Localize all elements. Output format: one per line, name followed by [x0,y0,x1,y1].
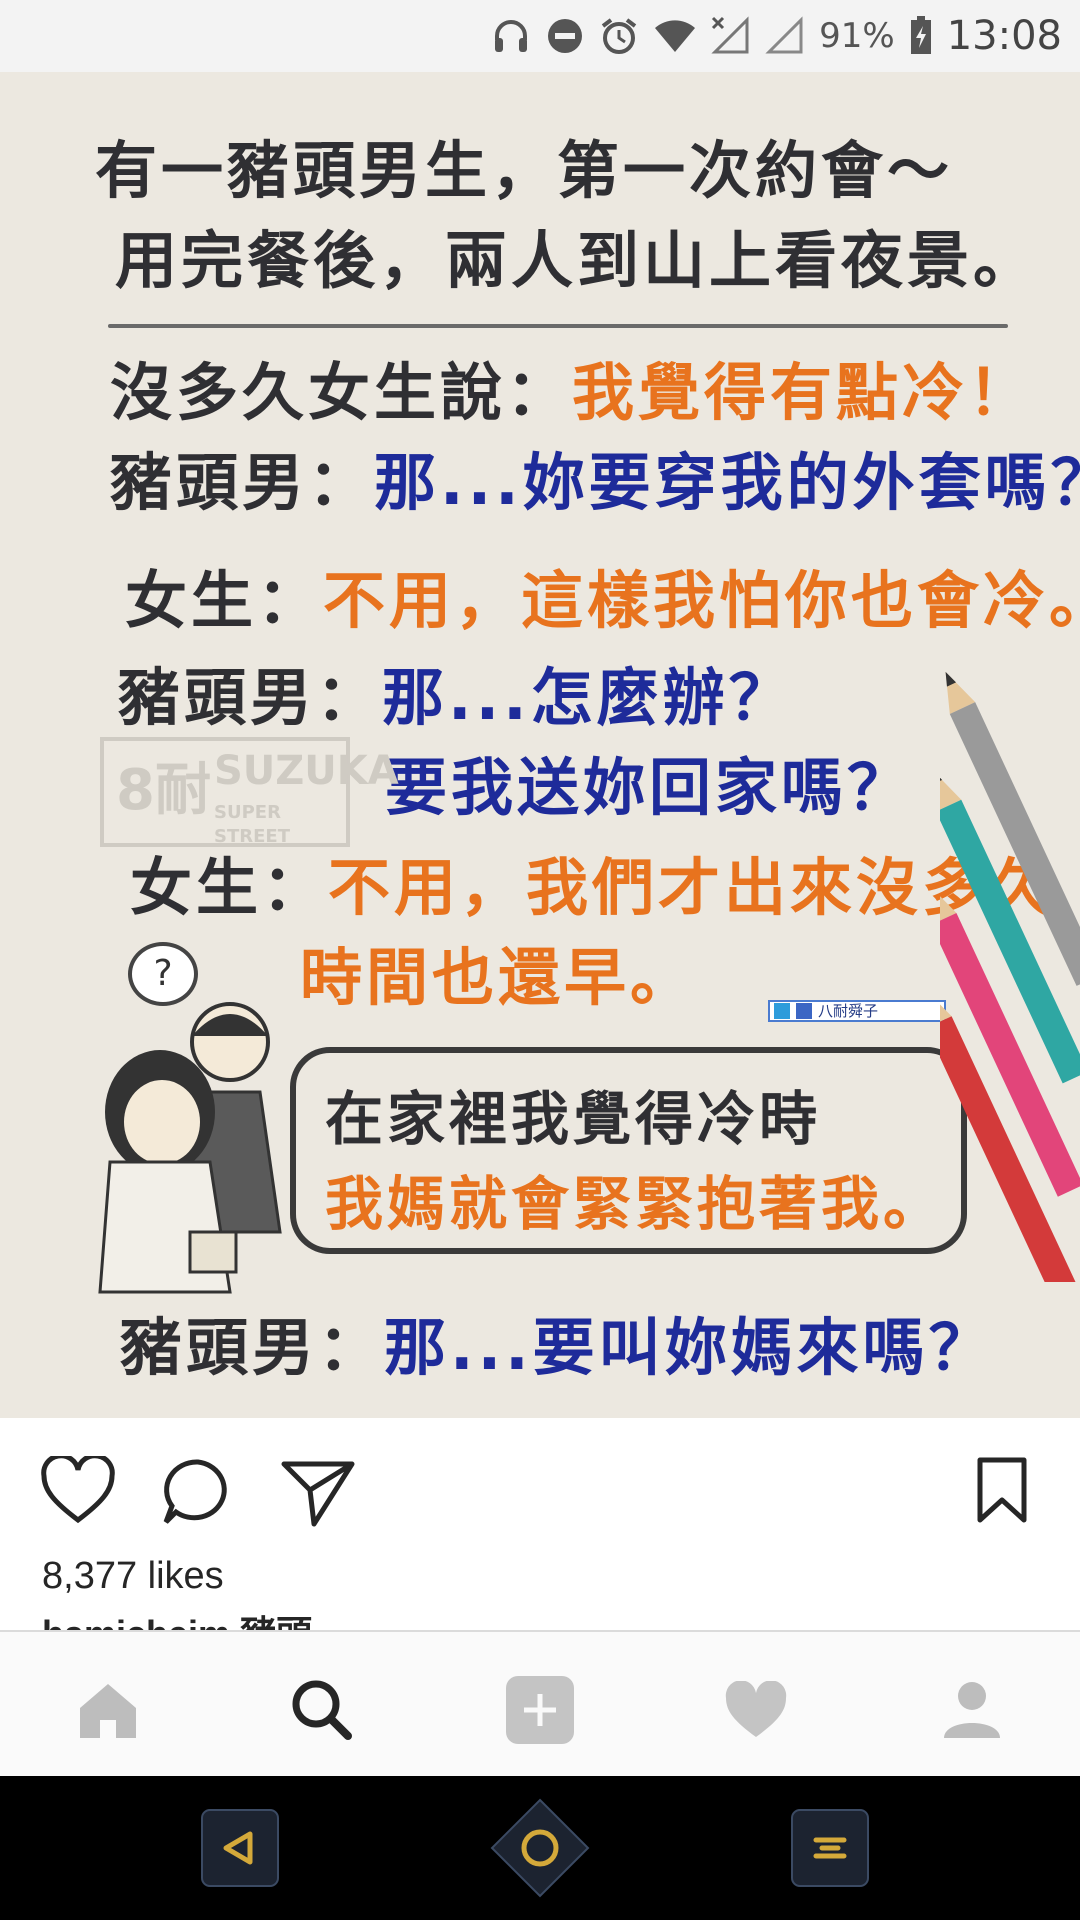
system-navigation-bar [0,1776,1080,1920]
heart-outline-icon[interactable] [40,1453,116,1528]
nav-home[interactable] [68,1670,148,1750]
profile-icon [944,1682,1000,1738]
add-post-icon [506,1676,574,1744]
nav-add-post[interactable] [500,1670,580,1750]
home-circle-icon [490,1798,590,1898]
comic-line-9: 時間也還早。 [300,941,697,1014]
nav-activity[interactable] [716,1670,796,1750]
battery-percent: 91% [819,16,895,56]
comic-line-3: 沒多久女生說：我覺得有點冷！ [110,342,1034,432]
pencils-illustration [940,671,1080,1282]
chat-icon [774,1003,790,1019]
speaker: 豬頭男： [110,446,375,519]
recents-button[interactable] [790,1808,870,1892]
comic-line-5: 女生：不用，這樣我怕你也會冷。 [125,550,1080,640]
speaker: 沒多久女生說： [110,356,573,429]
status-icons: 91% 13:08 [491,0,1080,72]
bookmark-icon[interactable] [976,1456,1028,1528]
dialogue: 我覺得有點冷！ [572,356,1035,429]
likes-count[interactable]: 8,377 likes [42,1555,224,1598]
nav-search[interactable] [282,1670,362,1750]
signal-icon [765,16,805,56]
heart-icon [725,1681,787,1737]
comic-line-11: 我媽就會緊緊抱著我。 [325,1170,946,1238]
search-icon [292,1680,352,1740]
credit-name: 八耐舜子 [818,1002,879,1020]
share-paper-plane-icon[interactable] [280,1456,356,1532]
watermark-logo: 8耐 SUZUKA SUPER STREET [100,737,399,847]
home-button[interactable] [490,1798,590,1902]
comic-line-8: 女生：不用，我們才出來沒多久 [130,837,1054,927]
comic-line-4: 豬頭男：那...妳要穿我的外套嗎？ [110,432,1080,522]
facebook-icon [796,1003,812,1019]
credit-tag: 八耐舜子 [768,1000,946,1022]
dialogue: 不用，這樣我怕你也會冷。 [323,564,1080,637]
bottom-navigation [0,1630,1080,1778]
speaker: 豬頭男： [120,1311,385,1384]
comic-line-1: 有一豬頭男生，第一次約會～ [95,134,954,207]
headphones-icon [491,16,531,56]
comment-icon[interactable] [162,1456,234,1532]
dialogue: 那...怎麼辦？ [382,661,795,734]
comic-line-7: 要我送妳回家嗎？ [385,751,914,824]
comic-line-10: 在家裡我覺得冷時 [325,1085,822,1153]
post-action-bar [0,1418,1080,1558]
alarm-icon [599,16,639,56]
watermark-big: 8耐 [116,758,211,823]
dialogue: 那...要叫妳媽來嗎？ [384,1311,995,1384]
comic-line-2: 用完餐後，兩人到山上看夜景。 [115,224,1040,297]
back-icon [201,1809,279,1887]
speaker: 豬頭男： [118,661,383,734]
caption-preview[interactable]: hamicheim 豬頭 [42,1612,312,1632]
speaker: 女生： [130,851,329,924]
speaker: 女生： [125,564,324,637]
recents-icon [791,1809,869,1887]
nav-profile[interactable] [932,1670,1012,1750]
do-not-disturb-icon [545,16,585,56]
divider [108,324,1008,328]
characters-illustration [98,1002,282,1294]
comic-line-12: 豬頭男：那...要叫妳媽來嗎？ [120,1297,995,1387]
wifi-icon [653,16,697,56]
status-bar: 91% 13:08 [0,0,1080,72]
comic-line-6: 豬頭男：那...怎麼辦？ [118,647,795,737]
home-icon [80,1684,136,1738]
dialogue: 那...妳要穿我的外套嗎？ [374,446,1080,519]
clock: 13:08 [946,13,1062,59]
battery-charging-icon [909,16,933,56]
post-image[interactable]: 有一豬頭男生，第一次約會～ 用完餐後，兩人到山上看夜景。 沒多久女生說：我覺得有… [0,72,1080,1418]
watermark-brand: SUZUKA [214,748,399,794]
back-button[interactable] [200,1808,280,1892]
no-signal-icon [711,16,751,56]
